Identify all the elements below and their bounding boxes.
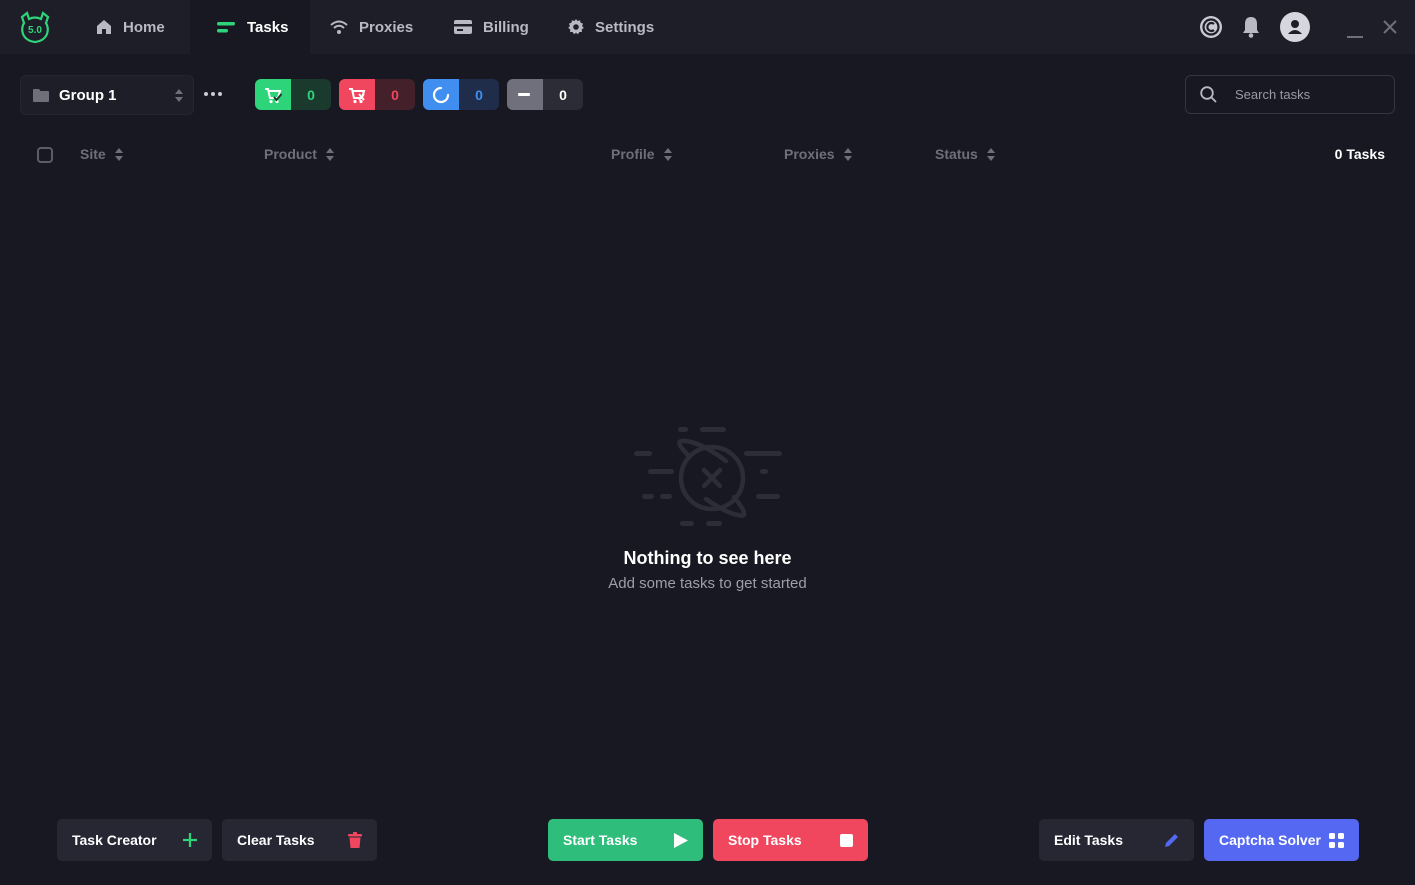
stop-tasks-label: Stop Tasks [728, 832, 802, 848]
running-counter: 0 [423, 79, 499, 110]
search-icon [1200, 86, 1217, 103]
nav-tasks-label: Tasks [247, 18, 289, 36]
trash-icon [348, 832, 362, 848]
task-creator-label: Task Creator [72, 832, 157, 848]
captcha-solver-button[interactable]: Captcha Solver [1204, 819, 1359, 861]
plus-icon [183, 833, 197, 847]
column-proxies-label: Proxies [784, 146, 835, 162]
more-options-icon[interactable] [204, 87, 226, 101]
spinner-icon [423, 79, 459, 110]
nav-home-label: Home [123, 18, 165, 36]
grid-icon [1329, 832, 1344, 848]
app-logo: 5.0 [18, 11, 52, 45]
sort-icon [114, 147, 123, 161]
sort-icon [325, 147, 334, 161]
column-profile[interactable]: Profile [611, 146, 672, 162]
home-icon [97, 20, 111, 34]
column-proxies[interactable]: Proxies [784, 146, 852, 162]
column-status-label: Status [935, 146, 978, 162]
logo-badge: 5.0 [28, 25, 42, 36]
nav-tasks[interactable]: Tasks [190, 0, 310, 54]
task-creator-button[interactable]: Task Creator [57, 819, 212, 861]
search-input[interactable] [1235, 87, 1375, 102]
captcha-status-icon[interactable] [1199, 15, 1223, 44]
empty-planet-icon [630, 425, 786, 531]
success-count: 0 [307, 86, 315, 103]
card-icon [454, 20, 472, 34]
group-select-label: Group 1 [59, 86, 117, 104]
column-product[interactable]: Product [264, 146, 334, 162]
running-count: 0 [475, 86, 483, 103]
cart-check-icon [255, 79, 291, 110]
cart-x-icon [339, 79, 375, 110]
start-tasks-button[interactable]: Start Tasks [548, 819, 703, 861]
empty-state-title: Nothing to see here [623, 548, 792, 568]
sort-icon [663, 147, 672, 161]
column-site-label: Site [80, 146, 106, 162]
minus-icon [507, 79, 543, 110]
column-product-label: Product [264, 146, 317, 162]
failed-counter: 0 [339, 79, 415, 110]
sort-icon [986, 147, 995, 161]
start-tasks-label: Start Tasks [563, 832, 638, 848]
sort-icon [843, 147, 852, 161]
pencil-icon [1165, 834, 1178, 847]
nav-settings[interactable]: Settings [567, 0, 654, 54]
task-toolbar: Group 1 0 0 0 0 [0, 75, 1415, 115]
clear-tasks-label: Clear Tasks [237, 832, 315, 848]
idle-counter: 0 [507, 79, 583, 110]
group-select[interactable]: Group 1 [20, 75, 194, 115]
captcha-solver-label: Captcha Solver [1219, 832, 1321, 848]
gear-icon [568, 19, 584, 35]
table-header: Site Product Profile Proxies Status 0 Ta… [0, 140, 1415, 170]
nav-proxies[interactable]: Proxies [329, 0, 413, 54]
nav-billing[interactable]: Billing [453, 0, 529, 54]
wifi-icon [330, 20, 348, 34]
avatar[interactable] [1280, 12, 1310, 47]
nav-home[interactable]: Home [95, 0, 165, 54]
stop-icon [840, 833, 853, 847]
edit-tasks-button[interactable]: Edit Tasks [1039, 819, 1194, 861]
nav-proxies-label: Proxies [359, 18, 414, 36]
column-status[interactable]: Status [935, 146, 995, 162]
top-bar: 5.0 Home Tasks Proxies Billing Settings [0, 0, 1415, 54]
empty-state-subtitle: Add some tasks to get started [608, 575, 807, 592]
nav-billing-label: Billing [483, 18, 529, 36]
failed-count: 0 [391, 86, 399, 103]
folder-icon [33, 88, 49, 102]
column-profile-label: Profile [611, 146, 655, 162]
close-icon[interactable] [1383, 20, 1397, 39]
column-site[interactable]: Site [80, 146, 123, 162]
stop-tasks-button[interactable]: Stop Tasks [713, 819, 868, 861]
success-counter: 0 [255, 79, 331, 110]
tasks-icon [217, 22, 235, 33]
search-box [1185, 75, 1395, 114]
task-count: 0 Tasks [1334, 146, 1385, 162]
bell-icon[interactable] [1241, 15, 1261, 44]
select-all-checkbox[interactable] [37, 147, 53, 163]
edit-tasks-label: Edit Tasks [1054, 832, 1123, 848]
clear-tasks-button[interactable]: Clear Tasks [222, 819, 377, 861]
play-icon [674, 832, 688, 848]
nav-settings-label: Settings [595, 18, 655, 36]
minimize-icon[interactable] [1347, 26, 1363, 44]
sort-arrows-icon [175, 89, 183, 102]
idle-count: 0 [559, 86, 567, 103]
